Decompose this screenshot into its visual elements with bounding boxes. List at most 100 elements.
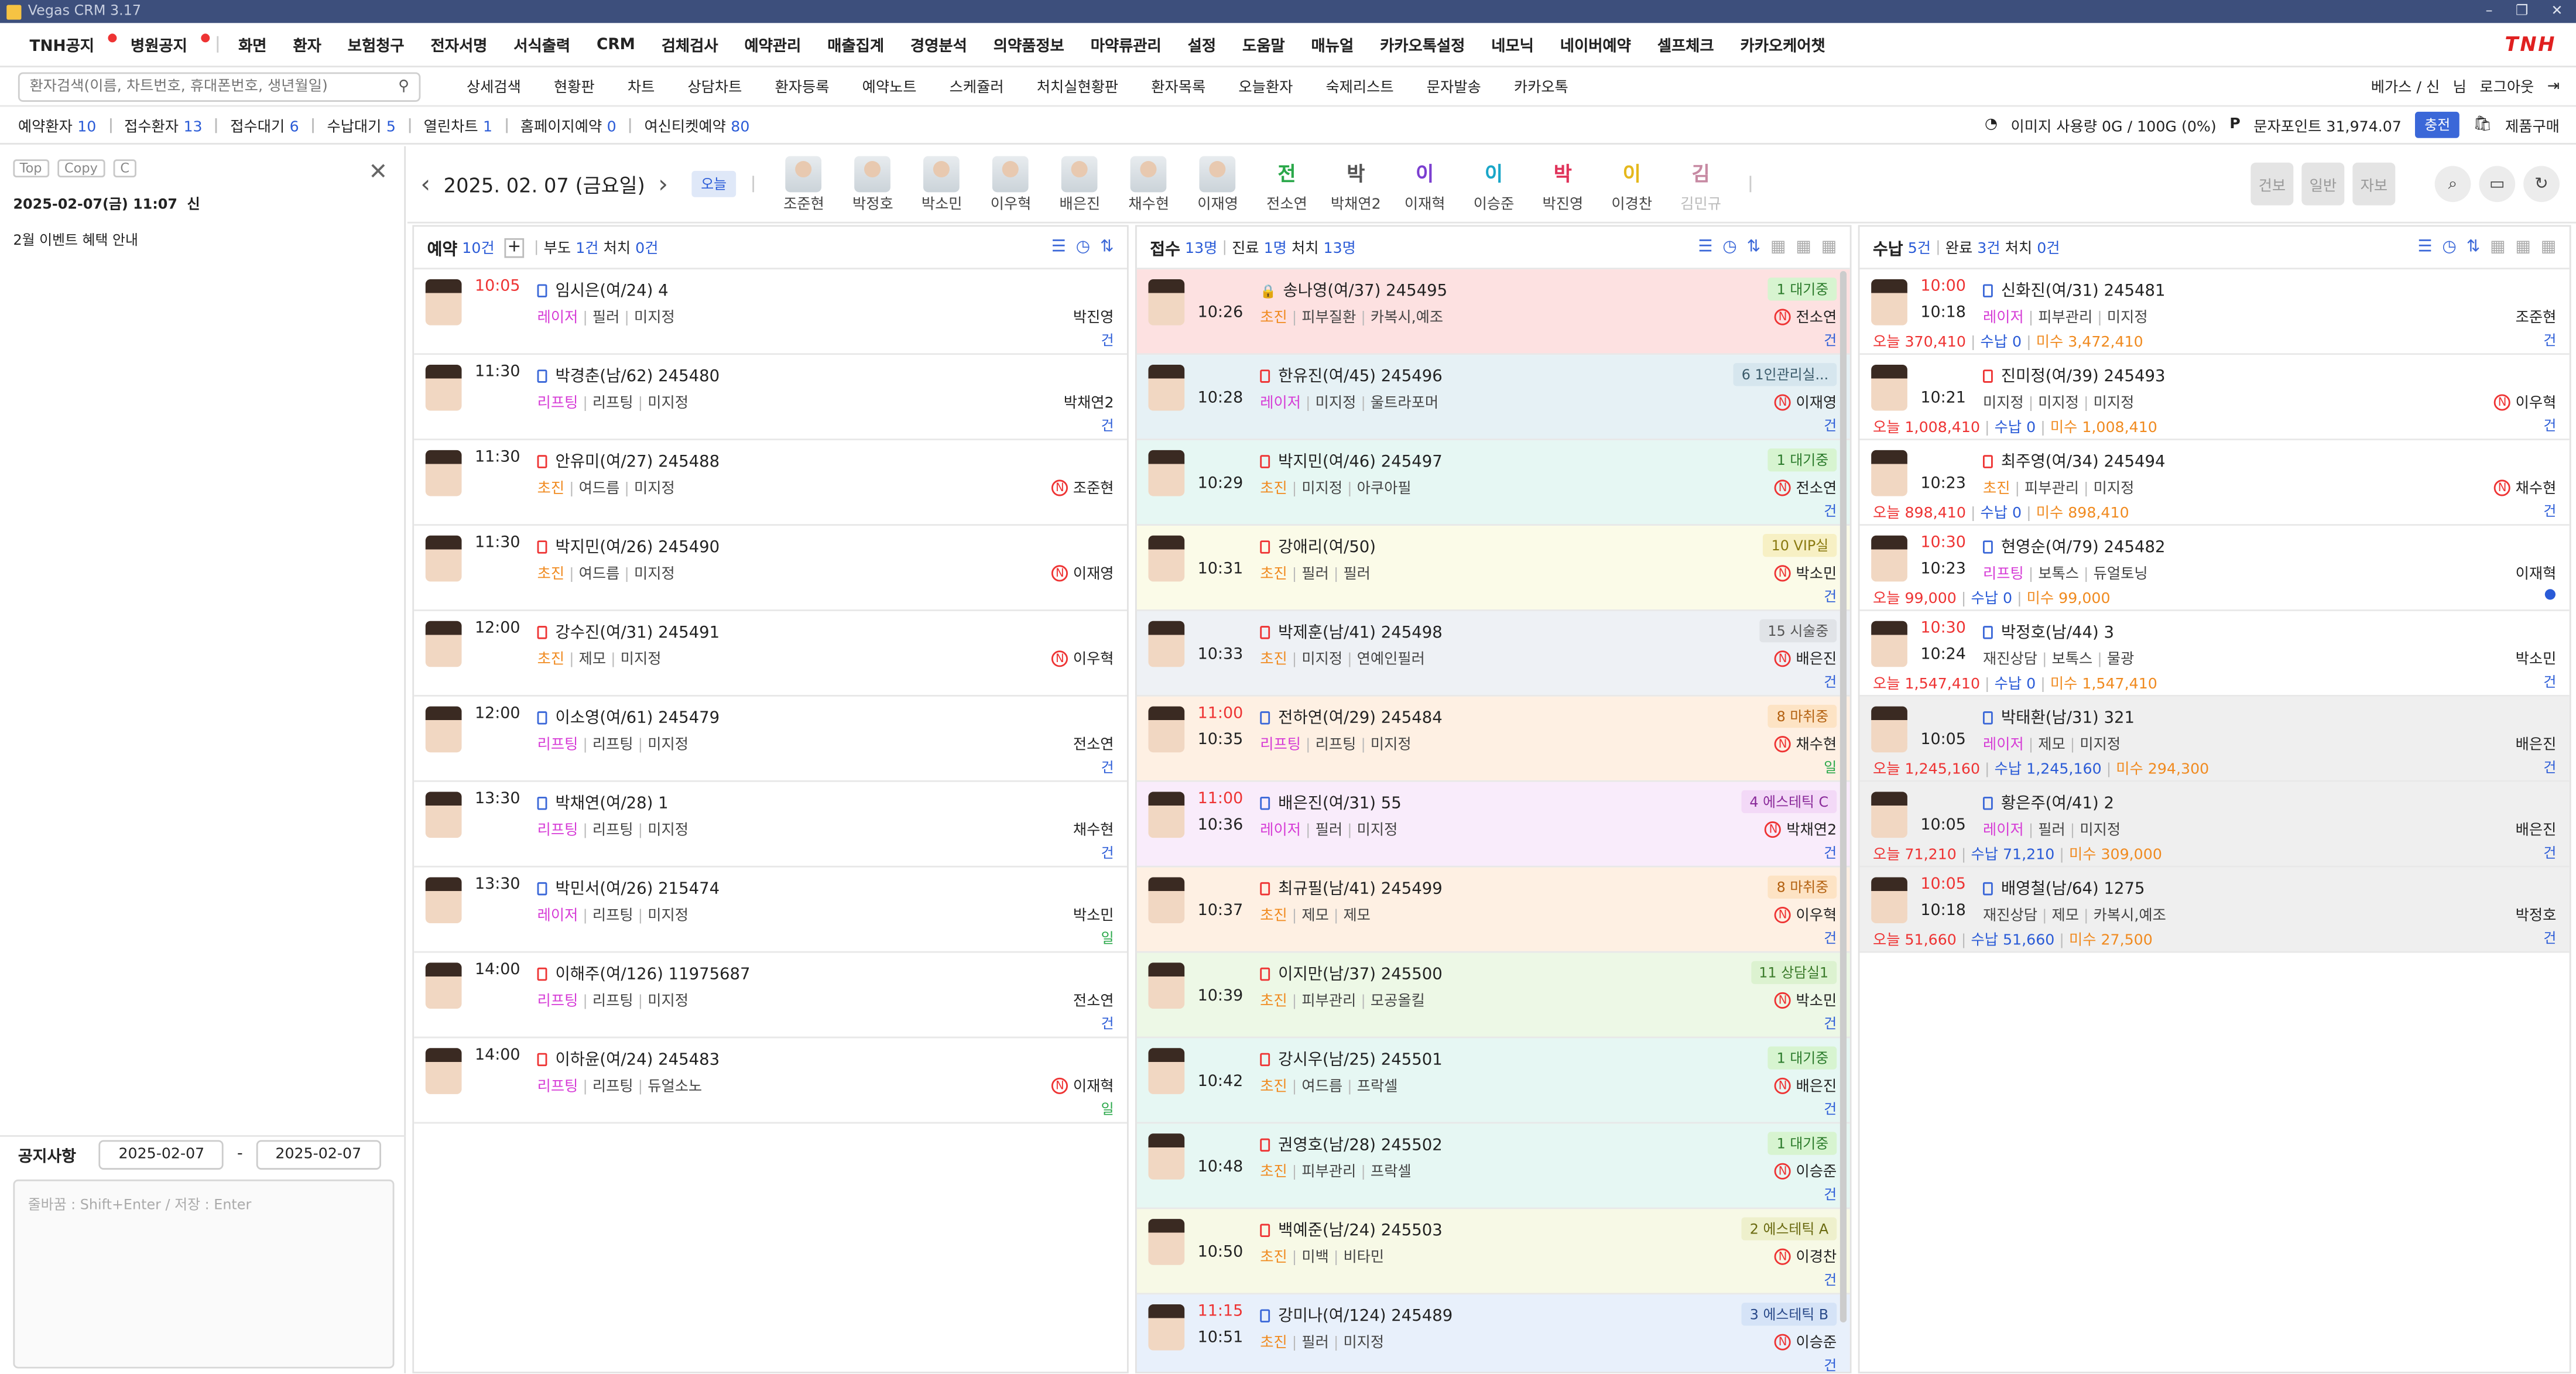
payment-card[interactable]: 10:05 10:18 배영철(남/64) 1275 재진상담 | 제모 | 카복시,…: [1859, 867, 2570, 953]
doctor-filter[interactable]: 전 전소연: [1254, 155, 1320, 213]
doctor-filter[interactable]: 박 박채연2: [1323, 155, 1389, 213]
patient-name[interactable]: 박채연(여/28) 1: [537, 790, 669, 813]
patient-name[interactable]: 배영철(남/64) 1275: [1982, 876, 2145, 899]
general-filter-icon[interactable]: ▦: [2515, 238, 2531, 256]
menu-item[interactable]: 환자: [280, 33, 334, 56]
patient-name[interactable]: 박경춘(남/62) 245480: [537, 363, 720, 386]
patient-name[interactable]: 🔒 송나영(여/37) 245495: [1260, 277, 1447, 301]
sort-icon[interactable]: ⇅: [1747, 238, 1761, 256]
list-view-icon[interactable]: ☰: [1051, 238, 1066, 256]
reception-scrollbar[interactable]: [1839, 271, 1847, 1322]
menu-item[interactable]: 네모닉: [1478, 33, 1547, 56]
doctor-filter[interactable]: 박소민: [909, 155, 975, 213]
doctor-filter[interactable]: 조준현: [771, 155, 837, 213]
history-icon[interactable]: ◷: [1076, 238, 1091, 256]
search-circle-icon[interactable]: ⌕: [2434, 166, 2471, 203]
doctor-filter[interactable]: 배은진: [1047, 155, 1112, 213]
menu-item[interactable]: 서식출력: [501, 33, 584, 56]
menu-item[interactable]: 카카오케어챗: [1727, 33, 1838, 56]
next-date-icon[interactable]: ›: [645, 169, 681, 199]
patient-name[interactable]: 강시우(남/25) 245501: [1260, 1046, 1443, 1070]
subnav-item[interactable]: 환자목록: [1135, 76, 1222, 97]
menu-item[interactable]: 병원공지: [118, 33, 201, 56]
menu-item[interactable]: 전자서명: [417, 33, 501, 56]
reception-card[interactable]: 10:28 한유진(여/45) 245496 레이저 | 미지정 | 울트라포머 6 …: [1136, 355, 1850, 441]
reservation-card[interactable]: 11:30 박지민(여/26) 245490 초진 | 여드름 | 미지정 N 이재영: [414, 526, 1127, 611]
patient-name[interactable]: 배은진(여/31) 55: [1260, 790, 1402, 813]
payment-card[interactable]: 10:21 진미정(여/39) 245493 미지정 | 미지정 | 미지정 N 이우혁…: [1859, 355, 2570, 441]
reservation-card[interactable]: 14:00 이해주(여/126) 11975687 리프팅 | 리프팅 | 미지정 전…: [414, 953, 1127, 1039]
subnav-item[interactable]: 환자등록: [758, 76, 845, 97]
doctor-filter[interactable]: 이우혁: [978, 155, 1043, 213]
menu-item[interactable]: TNH공지: [16, 33, 107, 56]
menu-item[interactable]: 보험청구: [334, 33, 417, 56]
doctor-filter[interactable]: 이 이재혁: [1392, 155, 1458, 213]
subnav-item[interactable]: 카카오톡: [1498, 76, 1585, 97]
doctor-filter[interactable]: 김 김민규: [1668, 155, 1734, 213]
patient-name[interactable]: 안유미(여/27) 245488: [537, 448, 720, 471]
reservation-card[interactable]: 13:30 박채연(여/28) 1 리프팅 | 리프팅 | 미지정 채수현 건: [414, 782, 1127, 868]
patient-name[interactable]: 박정호(남/44) 3: [1982, 619, 2114, 642]
menu-item[interactable]: 카카오톡설정: [1367, 33, 1478, 56]
menu-item[interactable]: 도움말: [1229, 33, 1299, 56]
subnav-item[interactable]: 숙제리스트: [1309, 76, 1410, 97]
monitor-icon[interactable]: ▭: [2479, 166, 2516, 203]
auto-filter-icon[interactable]: ▦: [1821, 238, 1837, 256]
close-window-icon[interactable]: ✕: [2551, 4, 2563, 20]
list-view-icon[interactable]: ☰: [1698, 238, 1712, 256]
payment-card[interactable]: 10:05 황은주(여/41) 2 레이저 | 필러 | 미지정 배은진 오늘 71,2…: [1859, 782, 2570, 868]
menu-item[interactable]: 예약관리: [731, 33, 814, 56]
logout-button[interactable]: 로그아웃: [2479, 76, 2534, 97]
restore-icon[interactable]: ❐: [2516, 4, 2528, 20]
stat-item[interactable]: 접수대기 6: [230, 114, 312, 135]
stat-item[interactable]: 수납대기 5: [327, 114, 409, 135]
reception-card[interactable]: 10:31 강애리(여/50) 초진 | 필러 | 필러 10 VIP실 N 박소민 건: [1136, 525, 1850, 611]
copy-button[interactable]: Copy: [57, 159, 105, 178]
reservation-card[interactable]: 12:00 강수진(여/31) 245491 초진 | 제모 | 미지정 N 이우혁: [414, 611, 1127, 697]
patient-name[interactable]: 강미나(여/124) 245489: [1260, 1303, 1453, 1326]
prev-date-icon[interactable]: ‹: [407, 169, 444, 199]
patient-name[interactable]: 권영호(남/28) 245502: [1260, 1132, 1443, 1155]
patient-name[interactable]: 박지민(여/46) 245497: [1260, 448, 1443, 471]
health-insurance-button[interactable]: 건보: [2250, 162, 2294, 205]
patient-name[interactable]: 박지민(여/26) 245490: [537, 534, 720, 557]
subnav-item[interactable]: 예약노트: [846, 76, 933, 97]
patient-name[interactable]: 이지만(남/37) 245500: [1260, 961, 1443, 984]
payment-card[interactable]: 10:30 10:23 현영순(여/79) 245482 리프팅 | 보톡스 | 듀얼…: [1859, 525, 2570, 611]
subnav-item[interactable]: 차트: [611, 76, 672, 97]
charge-button[interactable]: 충전: [2414, 111, 2460, 138]
history-icon[interactable]: ◷: [1722, 238, 1737, 256]
menu-item[interactable]: 매뉴얼: [1298, 33, 1367, 56]
history-icon[interactable]: ◷: [2442, 238, 2457, 256]
menu-item[interactable]: 화면: [225, 33, 280, 56]
auto-filter-icon[interactable]: ▦: [2541, 238, 2557, 256]
patient-name[interactable]: 임시은(여/24) 4: [537, 277, 669, 301]
reception-card[interactable]: 11:15 10:51 강미나(여/124) 245489 초진 | 필러 | 미지정…: [1136, 1294, 1850, 1372]
patient-name[interactable]: 이소영(여/61) 245479: [537, 705, 720, 728]
patient-name[interactable]: 이해주(여/126) 11975687: [537, 961, 751, 984]
stat-item[interactable]: 홈페이지예약 0: [520, 114, 629, 135]
health-filter-icon[interactable]: ▦: [2490, 238, 2506, 256]
sort-icon[interactable]: ⇅: [1100, 238, 1114, 256]
patient-name[interactable]: 이하윤(여/24) 245483: [537, 1046, 720, 1070]
reception-card[interactable]: 10:50 백예준(남/24) 245503 초진 | 미백 | 비타민 2 에스테틱…: [1136, 1209, 1850, 1295]
menu-item[interactable]: 매출집계: [814, 33, 898, 56]
patient-name[interactable]: 박제훈(남/41) 245498: [1260, 619, 1443, 642]
doctor-filter[interactable]: 이재영: [1185, 155, 1251, 213]
subnav-item[interactable]: 상담차트: [671, 76, 758, 97]
minimize-icon[interactable]: –: [2486, 4, 2493, 20]
reception-card[interactable]: 10:26 🔒 송나영(여/37) 245495 초진 | 피부질환 | 카복시,예조…: [1136, 269, 1850, 355]
doctor-filter[interactable]: 이 이경찬: [1599, 155, 1664, 213]
patient-name[interactable]: 박민서(여/26) 215474: [537, 876, 720, 899]
patient-name[interactable]: 황은주(여/41) 2: [1982, 790, 2114, 813]
patient-name[interactable]: 강애리(여/50): [1260, 534, 1376, 557]
patient-name[interactable]: 최규필(남/41) 245499: [1260, 876, 1443, 899]
notice-from-date[interactable]: 2025-02-07: [99, 1139, 224, 1169]
patient-name[interactable]: 진미정(여/39) 245493: [1982, 363, 2165, 386]
subnav-item[interactable]: 문자발송: [1410, 76, 1498, 97]
doctor-filter[interactable]: 이 이승준: [1461, 155, 1526, 213]
reception-card[interactable]: 10:42 강시우(남/25) 245501 초진 | 여드름 | 프락셀 1 대기중…: [1136, 1038, 1850, 1124]
subnav-item[interactable]: 상세검색: [450, 76, 537, 97]
logout-icon[interactable]: ⇥: [2547, 78, 2560, 94]
patient-name[interactable]: 강수진(여/31) 245491: [537, 619, 720, 642]
